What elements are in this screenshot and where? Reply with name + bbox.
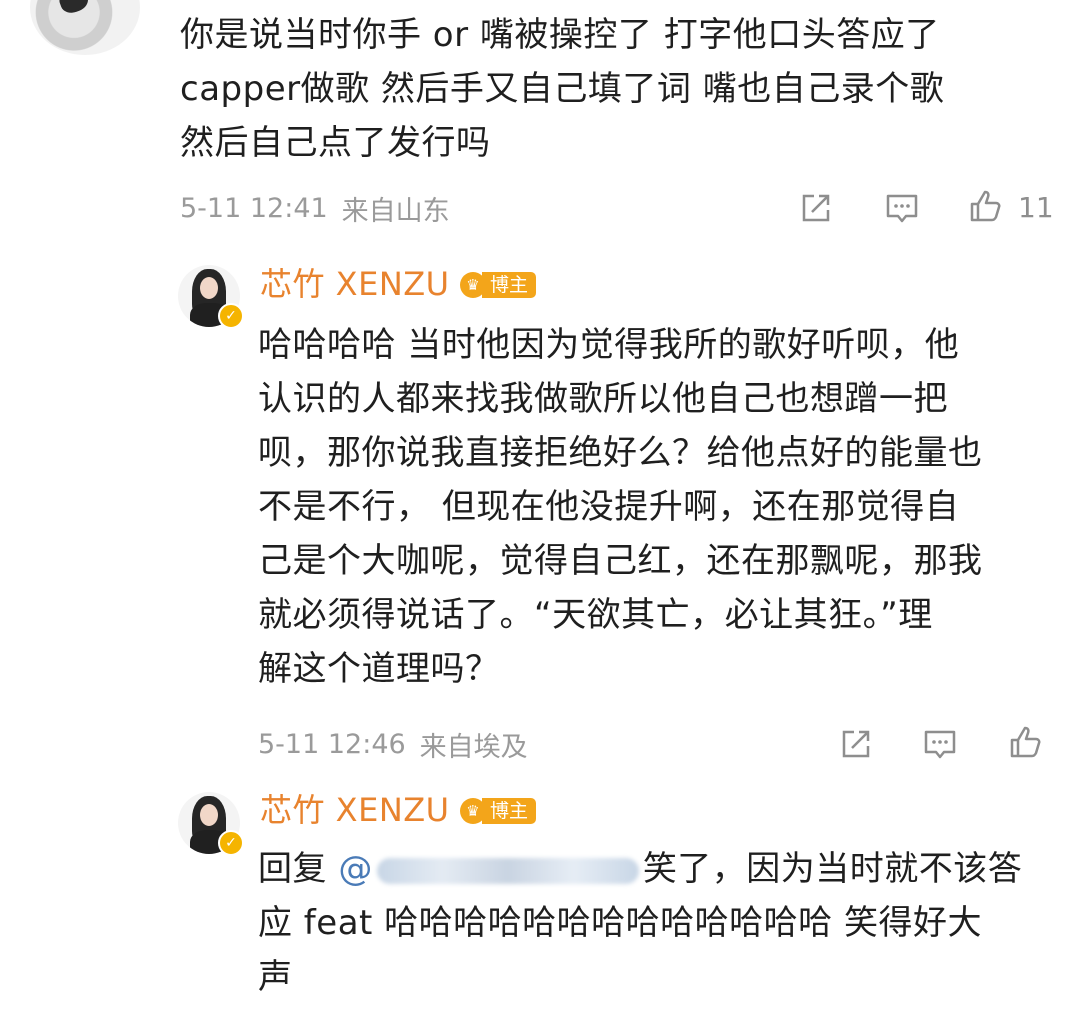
badge-label: 博主 xyxy=(482,798,537,824)
reply-first-line: 回复 @ 笑了，因为当时就不该答 xyxy=(258,842,1022,896)
reply-text: 哈哈哈哈 当时他因为觉得我所的歌好听呗，他 认识的人都来找我做歌所以他自己也想蹭… xyxy=(258,325,983,689)
reply-time: 5-11 12:46 xyxy=(258,728,406,760)
share-icon xyxy=(802,194,830,222)
reply-text-after-mention: 笑了，因为当时就不该答 xyxy=(642,849,1023,889)
reply-location: 来自埃及 xyxy=(419,731,528,763)
verified-icon: ✓ xyxy=(218,303,244,329)
mention-at: @ xyxy=(338,849,373,889)
like-count: 11 xyxy=(1018,191,1054,224)
reply-text: 应 feat 哈哈哈哈哈哈哈哈哈哈哈哈哈 笑得好大 声 xyxy=(258,903,982,997)
reply-username[interactable]: 芯竹 XENZU xyxy=(260,262,450,306)
blogger-badge: ♛ 博主 xyxy=(460,270,537,300)
like-icon xyxy=(970,190,1001,222)
reply-meta: 5-11 12:46 来自埃及 xyxy=(258,722,528,766)
like-button[interactable] xyxy=(1006,722,1046,762)
like-icon xyxy=(1010,726,1041,758)
comment-time: 5-11 12:41 xyxy=(180,192,328,224)
share-button[interactable] xyxy=(796,188,836,228)
comment-icon xyxy=(924,730,956,759)
comment-location: 来自山东 xyxy=(341,195,450,227)
reply-prefix: 回复 xyxy=(258,849,327,889)
comment-icon xyxy=(886,194,918,223)
crown-icon: ♛ xyxy=(460,272,486,298)
share-button[interactable] xyxy=(836,724,876,764)
like-button[interactable] xyxy=(966,186,1006,226)
blogger-badge: ♛ 博主 xyxy=(460,796,537,826)
commenter-avatar[interactable] xyxy=(30,0,140,55)
verified-icon: ✓ xyxy=(218,830,244,856)
blurred-username xyxy=(376,857,639,884)
mention-link[interactable]: @ xyxy=(338,849,643,889)
share-icon xyxy=(842,730,870,758)
comment-button[interactable] xyxy=(920,724,960,764)
comment-meta: 5-11 12:41 来自山东 xyxy=(180,186,450,230)
crown-icon: ♛ xyxy=(460,798,486,824)
badge-label: 博主 xyxy=(482,272,537,298)
comment-button[interactable] xyxy=(882,188,922,228)
reply-username[interactable]: 芯竹 XENZU xyxy=(260,788,450,832)
comment-text: 你是说当时你手 or 嘴被操控了 打字他口头答应了 capper做歌 然后手又自… xyxy=(180,15,945,163)
